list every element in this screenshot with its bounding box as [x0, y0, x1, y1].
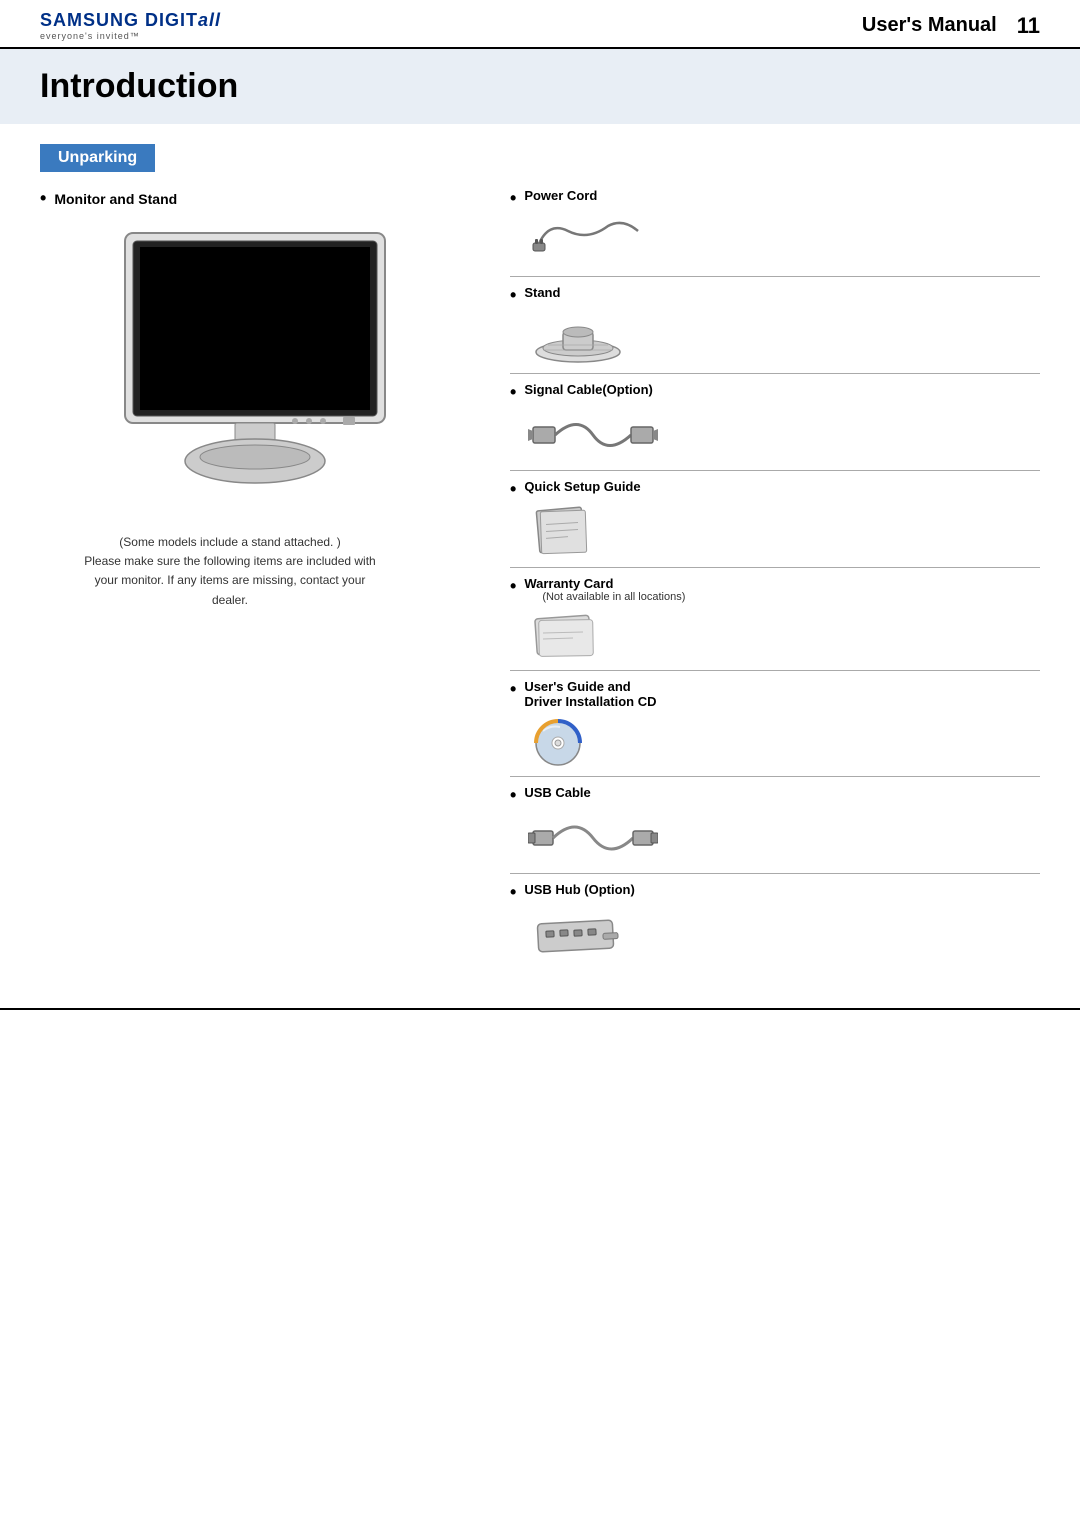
warranty-label-group: Warranty Card (Not available in all loca…	[524, 576, 685, 603]
bullet-icon: •	[510, 679, 516, 700]
monitor-image	[95, 223, 415, 503]
quick-setup-label: Quick Setup Guide	[524, 479, 640, 494]
main-content: • Monitor and Stand	[0, 188, 1080, 978]
quick-setup-illustration	[528, 504, 598, 559]
list-item: • User's Guide and Driver Installation C…	[510, 679, 1040, 777]
bullet-icon: •	[40, 188, 46, 209]
header-title-area: User's Manual 11	[862, 13, 1040, 39]
item-label-usb-cable: • USB Cable	[510, 785, 1040, 806]
monitor-label-text: Monitor and Stand	[54, 191, 177, 207]
bullet-icon: •	[510, 382, 516, 403]
right-column: • Power Cord • Stand	[510, 188, 1040, 978]
bullet-icon: •	[510, 479, 516, 500]
logo-area: SAMSUNG DIGITall everyone's invited™	[40, 10, 221, 41]
list-item: • Signal Cable(Option)	[510, 382, 1040, 471]
caption-line2: Please make sure the following items are…	[84, 554, 375, 568]
item-label-usb-hub: • USB Hub (Option)	[510, 882, 1040, 903]
list-item: • Stand	[510, 285, 1040, 374]
usb-cable-label: USB Cable	[524, 785, 590, 800]
list-item: • USB Cable	[510, 785, 1040, 874]
monitor-illustration	[95, 223, 415, 503]
list-item: • Warranty Card (Not available in all lo…	[510, 576, 1040, 671]
cd-label-line1: User's Guide and	[524, 679, 656, 694]
list-item: • Quick Setup Guide	[510, 479, 1040, 568]
usb-cable-image	[528, 810, 1040, 865]
caption-line3: your monitor. If any items are missing, …	[95, 573, 366, 587]
item-label-stand: • Stand	[510, 285, 1040, 306]
page-title-bar: Introduction	[0, 49, 1080, 124]
item-label-quick-setup: • Quick Setup Guide	[510, 479, 1040, 500]
usb-cable-illustration	[528, 812, 658, 864]
monitor-caption: (Some models include a stand attached. )…	[40, 533, 420, 610]
bullet-icon: •	[510, 188, 516, 209]
footer-line	[0, 1008, 1080, 1010]
power-cord-illustration	[528, 216, 648, 266]
list-item: • USB Hub (Option)	[510, 882, 1040, 970]
bullet-icon: •	[510, 285, 516, 306]
page-title: Introduction	[40, 67, 1040, 106]
left-column: • Monitor and Stand	[40, 188, 470, 978]
cd-label-line2: Driver Installation CD	[524, 694, 656, 709]
caption-line1: (Some models include a stand attached. )	[119, 535, 340, 549]
signal-cable-label: Signal Cable(Option)	[524, 382, 653, 397]
warranty-card-illustration	[528, 611, 598, 659]
warranty-sublabel: (Not available in all locations)	[542, 591, 685, 603]
usb-hub-illustration	[528, 907, 628, 962]
cd-label-group: User's Guide and Driver Installation CD	[524, 679, 656, 709]
usb-hub-image	[528, 907, 1040, 962]
power-cord-image	[528, 213, 1040, 268]
bullet-icon: •	[510, 576, 516, 597]
quick-setup-image	[528, 504, 1040, 559]
samsung-logo: SAMSUNG DIGITall	[40, 10, 221, 31]
signal-cable-illustration	[528, 409, 658, 461]
signal-cable-image	[528, 407, 1040, 462]
item-label-cd: • User's Guide and Driver Installation C…	[510, 679, 1040, 709]
page-header: SAMSUNG DIGITall everyone's invited™ Use…	[0, 0, 1080, 49]
monitor-label: • Monitor and Stand	[40, 188, 470, 209]
manual-title: User's Manual	[862, 14, 997, 37]
power-cord-label: Power Cord	[524, 188, 597, 203]
caption-line4: dealer.	[212, 593, 248, 607]
bullet-icon: •	[510, 882, 516, 903]
bullet-icon: •	[510, 785, 516, 806]
list-item: • Power Cord	[510, 188, 1040, 277]
section-header: Unparking	[40, 144, 155, 172]
stand-label: Stand	[524, 285, 560, 300]
logo-tagline: everyone's invited™	[40, 31, 221, 41]
cd-image	[528, 713, 1040, 768]
item-label-warranty: • Warranty Card (Not available in all lo…	[510, 576, 1040, 603]
warranty-label-text: Warranty Card	[524, 576, 685, 591]
cd-illustration	[528, 713, 588, 768]
usb-hub-label: USB Hub (Option)	[524, 882, 634, 897]
page-number: 11	[1017, 13, 1040, 39]
item-label-signal-cable: • Signal Cable(Option)	[510, 382, 1040, 403]
warranty-card-image	[528, 607, 1040, 662]
stand-illustration	[528, 310, 628, 365]
stand-image	[528, 310, 1040, 365]
item-label-power-cord: • Power Cord	[510, 188, 1040, 209]
logo-italic: all	[198, 10, 221, 30]
